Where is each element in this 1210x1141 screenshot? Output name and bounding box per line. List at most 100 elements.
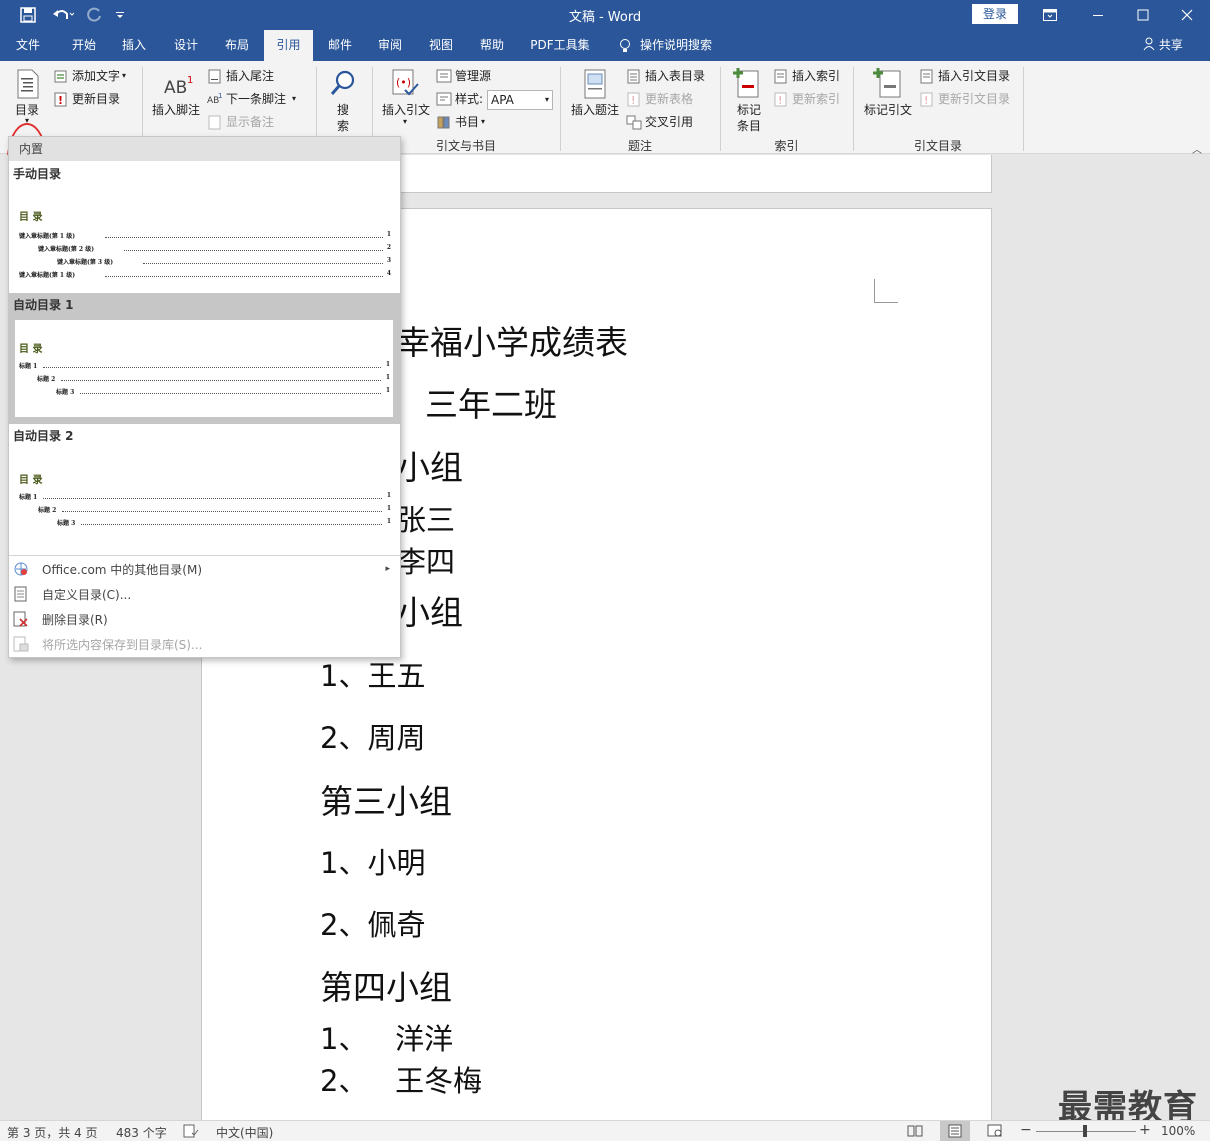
delete-toc-icon: [13, 611, 29, 627]
insert-citation-icon[interactable]: (•): [391, 68, 421, 101]
custom-toc-menu-item[interactable]: 自定义目录(C)...: [9, 582, 400, 606]
insert-footnote-button[interactable]: 插入脚注: [152, 101, 200, 118]
tab-home[interactable]: 开始: [60, 30, 108, 61]
search-button-top[interactable]: 搜: [337, 101, 349, 118]
tab-pdf-tools[interactable]: PDF工具集: [525, 30, 595, 61]
mark-citation-icon[interactable]: [872, 67, 904, 102]
vertical-scrollbar[interactable]: [1193, 155, 1210, 1120]
tab-design[interactable]: 设计: [164, 30, 208, 61]
menu-section-header: 内置: [9, 137, 400, 161]
zoom-level[interactable]: 100%: [1161, 1124, 1195, 1138]
maximize-icon[interactable]: [1120, 0, 1166, 30]
update-toc-icon: !: [53, 91, 69, 107]
doc-group-heading: 第四小组: [320, 968, 452, 1007]
insert-index-button[interactable]: 插入索引: [773, 67, 840, 84]
toc-preview-line: 标题 1 1: [19, 492, 391, 501]
insert-endnote-button[interactable]: 插入尾注: [207, 67, 274, 84]
svg-text:1: 1: [218, 92, 222, 100]
gallery-item-manual-toc[interactable]: 手动目录 目 录 键入章标题(第 1 级) 1 键入章标题(第 2 级) 2 键…: [9, 161, 400, 293]
insert-caption-button[interactable]: 插入题注: [571, 101, 619, 118]
insert-table-of-figures-button[interactable]: 插入表目录: [626, 67, 705, 84]
page-count[interactable]: 第 3 页，共 4 页: [7, 1124, 98, 1141]
doc-group-heading: 第三小组: [320, 782, 452, 821]
login-button[interactable]: 登录: [972, 4, 1018, 24]
toc-preview-line: 标题 1 1: [19, 361, 390, 370]
insert-citation-button[interactable]: 插入引文: [382, 101, 430, 118]
next-footnote-icon: AB 1: [207, 91, 223, 107]
toc-icon[interactable]: [16, 69, 40, 102]
search-icon[interactable]: [329, 69, 357, 100]
lightbulb-icon[interactable]: [616, 30, 634, 61]
search-button-bottom[interactable]: 索: [337, 117, 349, 134]
cross-reference-button[interactable]: 交叉引用: [626, 113, 693, 130]
group-separator: [1023, 67, 1024, 151]
citation-style-select[interactable]: APA ▾: [487, 90, 553, 110]
read-mode-icon[interactable]: [907, 1124, 923, 1141]
update-table-button[interactable]: ! 更新表格: [626, 90, 693, 107]
update-toa-button[interactable]: ! 更新引文目录: [919, 90, 1010, 107]
tab-insert[interactable]: 插入: [112, 30, 156, 61]
doc-group-heading: 小组: [397, 448, 463, 487]
ribbon-display-options-icon[interactable]: [1027, 0, 1073, 30]
chevron-right-icon: ▸: [385, 564, 390, 574]
svg-text:(•): (•): [396, 76, 411, 89]
zoom-in-icon[interactable]: +: [1139, 1122, 1151, 1138]
tab-references[interactable]: 引用: [264, 30, 313, 61]
insert-citation-dropdown-icon[interactable]: ▾: [403, 117, 407, 126]
style-label: 样式:: [436, 90, 483, 107]
insert-caption-icon[interactable]: [583, 69, 607, 102]
group-label-captions: 题注: [627, 139, 652, 153]
collapse-ribbon-icon[interactable]: ︿: [1192, 141, 1202, 156]
mark-entry-button-bottom[interactable]: 条目: [737, 117, 761, 134]
more-tocs-office-menu-item[interactable]: Office.com 中的其他目录(M) ▸: [9, 557, 400, 581]
gallery-item-auto-toc-2[interactable]: 自动目录 2 目 录 标题 1 1 标题 2 1 标题 3 1: [9, 424, 400, 555]
insert-footnote-icon[interactable]: AB 1: [163, 73, 195, 100]
tab-review[interactable]: 审阅: [368, 30, 412, 61]
svg-text:!: !: [58, 94, 63, 107]
svg-text:1: 1: [187, 75, 193, 86]
gallery-item-title: 自动目录 2: [13, 429, 74, 443]
tab-mailings[interactable]: 邮件: [318, 30, 362, 61]
close-icon[interactable]: [1164, 0, 1210, 30]
ribbon-tabs: 文件 开始 插入 设计 布局 引用 邮件 审阅 视图 帮助 PDF工具集 操作说…: [0, 30, 1210, 61]
office-icon: [13, 561, 29, 577]
doc-group-heading: 小组: [397, 593, 463, 632]
gallery-item-auto-toc-1[interactable]: 自动目录 1 目 录 标题 1 1 标题 2 1 标题 3 1: [9, 293, 400, 424]
manage-sources-button[interactable]: 管理源: [436, 67, 491, 84]
tab-layout[interactable]: 布局: [215, 30, 259, 61]
tab-view[interactable]: 视图: [419, 30, 463, 61]
proofing-icon[interactable]: [183, 1124, 199, 1141]
status-bar: 第 3 页，共 4 页 483 个字 中文(中国) − + 100%: [0, 1120, 1210, 1141]
minimize-icon[interactable]: [1075, 0, 1121, 30]
doc-list-item: 李四: [397, 545, 456, 579]
toc-preview-line: 标题 3 1: [57, 518, 391, 527]
mark-entry-icon[interactable]: [732, 67, 762, 102]
show-notes-button[interactable]: 显示备注: [207, 113, 274, 130]
tab-help[interactable]: 帮助: [470, 30, 514, 61]
tab-file[interactable]: 文件: [6, 30, 50, 61]
next-footnote-button[interactable]: AB 1 下一条脚注 ▾: [207, 90, 296, 107]
toc-dropdown-menu: 内置 手动目录 目 录 键入章标题(第 1 级) 1 键入章标题(第 2 级) …: [8, 136, 401, 658]
print-layout-icon[interactable]: [940, 1121, 970, 1141]
language[interactable]: 中文(中国): [216, 1124, 273, 1141]
update-index-button[interactable]: ! 更新索引: [773, 90, 840, 107]
gallery-preview: 目 录 标题 1 1 标题 2 1 标题 3 1: [15, 320, 393, 417]
mark-citation-button[interactable]: 标记引文: [864, 101, 912, 118]
zoom-out-icon[interactable]: −: [1020, 1122, 1032, 1138]
insert-toa-button[interactable]: 插入引文目录: [919, 67, 1010, 84]
add-text-icon: [53, 68, 69, 84]
bibliography-button[interactable]: 书目 ▾: [436, 113, 485, 130]
add-text-button[interactable]: 添加文字 ▾: [53, 67, 126, 84]
mark-entry-button-top[interactable]: 标记: [737, 101, 761, 118]
zoom-slider-thumb[interactable]: [1083, 1125, 1087, 1137]
update-toc-button[interactable]: ! 更新目录: [53, 90, 120, 107]
save-selection-to-gallery-menu-item[interactable]: 将所选内容保存到目录库(S)...: [9, 632, 400, 656]
tell-me-search[interactable]: 操作说明搜索: [640, 30, 720, 61]
web-layout-icon[interactable]: [987, 1124, 1003, 1141]
share-button[interactable]: 共享: [1143, 30, 1183, 61]
gallery-item-title: 自动目录 1: [13, 298, 74, 312]
word-count[interactable]: 483 个字: [116, 1124, 167, 1141]
remove-toc-menu-item[interactable]: 删除目录(R): [9, 607, 400, 631]
margin-corner-mark: [874, 279, 898, 303]
toc-preview-line: 标题 2 1: [37, 374, 390, 383]
